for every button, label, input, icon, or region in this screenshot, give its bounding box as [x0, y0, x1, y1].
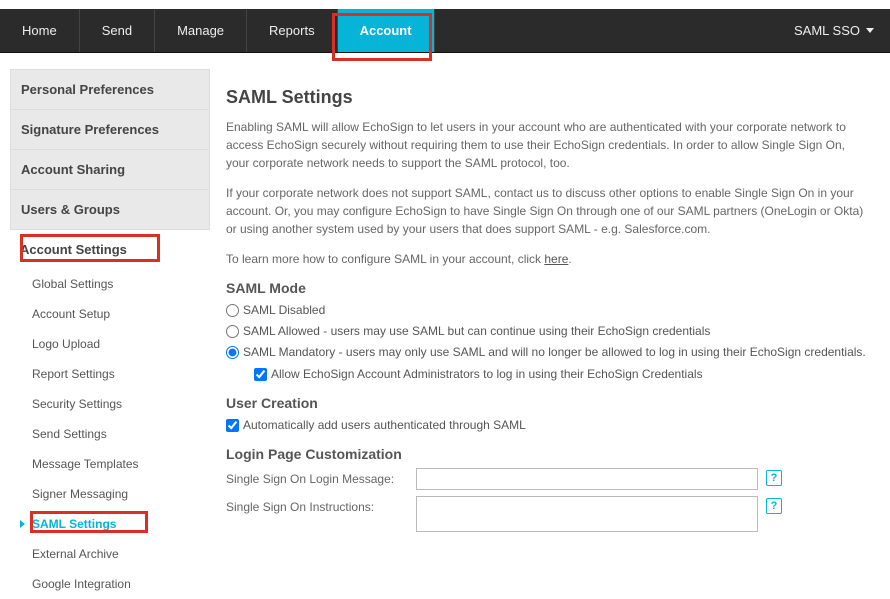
intro-paragraph-1: Enabling SAML will allow EchoSign to let… [226, 118, 866, 172]
auto-add-users-checkbox[interactable] [226, 419, 239, 432]
sidebar-item-message-templates[interactable]: Message Templates [10, 449, 210, 479]
sidebar-subhead-account-settings[interactable]: Account Settings [10, 230, 210, 269]
intro-paragraph-3: To learn more how to configure SAML in y… [226, 250, 866, 268]
intro-paragraph-2: If your corporate network does not suppo… [226, 184, 866, 238]
nav-send[interactable]: Send [80, 9, 155, 52]
sso-instructions-label: Single Sign On Instructions: [226, 496, 408, 514]
help-icon[interactable]: ? [766, 498, 782, 514]
nav-account[interactable]: Account [338, 9, 435, 52]
sidebar-section-signature-prefs[interactable]: Signature Preferences [10, 110, 210, 150]
chevron-down-icon [866, 28, 874, 33]
sidebar-section-account-sharing[interactable]: Account Sharing [10, 150, 210, 190]
sidebar-item-saml-settings[interactable]: SAML Settings [10, 509, 210, 539]
allow-admin-login-label: Allow EchoSign Account Administrators to… [271, 366, 703, 383]
intro-p3-suffix: . [568, 252, 571, 266]
saml-mode-disabled-label: SAML Disabled [243, 302, 325, 319]
sidebar-section-users-groups[interactable]: Users & Groups [10, 190, 210, 230]
learn-more-link[interactable]: here [544, 252, 568, 266]
sidebar-item-report-settings[interactable]: Report Settings [10, 359, 210, 389]
nav-reports[interactable]: Reports [247, 9, 338, 52]
sidebar-item-google-integration[interactable]: Google Integration [10, 569, 210, 599]
sidebar-item-external-archive[interactable]: External Archive [10, 539, 210, 569]
auto-add-users-label: Automatically add users authenticated th… [243, 417, 526, 434]
sidebar-item-send-settings[interactable]: Send Settings [10, 419, 210, 449]
saml-mode-allowed-label: SAML Allowed - users may use SAML but ca… [243, 323, 710, 340]
sidebar-section-personal-prefs[interactable]: Personal Preferences [10, 69, 210, 110]
saml-mode-mandatory-label: SAML Mandatory - users may only use SAML… [243, 344, 866, 361]
user-creation-heading: User Creation [226, 395, 866, 411]
saml-mode-disabled-radio[interactable] [226, 304, 239, 317]
sso-login-message-label: Single Sign On Login Message: [226, 468, 408, 486]
saml-mode-heading: SAML Mode [226, 280, 866, 296]
saml-mode-allowed-radio[interactable] [226, 325, 239, 338]
login-page-customization-heading: Login Page Customization [226, 446, 866, 462]
page-title: SAML Settings [226, 87, 866, 108]
sidebar-item-global-settings[interactable]: Global Settings [10, 269, 210, 299]
nav-manage[interactable]: Manage [155, 9, 247, 52]
top-nav-bar: Home Send Manage Reports Account SAML SS… [0, 9, 890, 53]
help-icon[interactable]: ? [766, 470, 782, 486]
intro-p3-prefix: To learn more how to configure SAML in y… [226, 252, 544, 266]
main-content: SAML Settings Enabling SAML will allow E… [222, 69, 880, 599]
sso-login-message-input[interactable] [416, 468, 758, 490]
sso-instructions-textarea[interactable] [416, 496, 758, 532]
user-menu[interactable]: SAML SSO [778, 9, 890, 52]
allow-admin-login-checkbox[interactable] [254, 368, 267, 381]
sidebar-item-security-settings[interactable]: Security Settings [10, 389, 210, 419]
sidebar-item-logo-upload[interactable]: Logo Upload [10, 329, 210, 359]
nav-home[interactable]: Home [0, 9, 80, 52]
sidebar-item-signer-messaging[interactable]: Signer Messaging [10, 479, 210, 509]
sidebar-item-account-setup[interactable]: Account Setup [10, 299, 210, 329]
sidebar: Personal Preferences Signature Preferenc… [10, 69, 210, 599]
user-menu-label: SAML SSO [794, 23, 860, 38]
primary-nav: Home Send Manage Reports Account [0, 9, 778, 52]
saml-mode-mandatory-radio[interactable] [226, 346, 239, 359]
